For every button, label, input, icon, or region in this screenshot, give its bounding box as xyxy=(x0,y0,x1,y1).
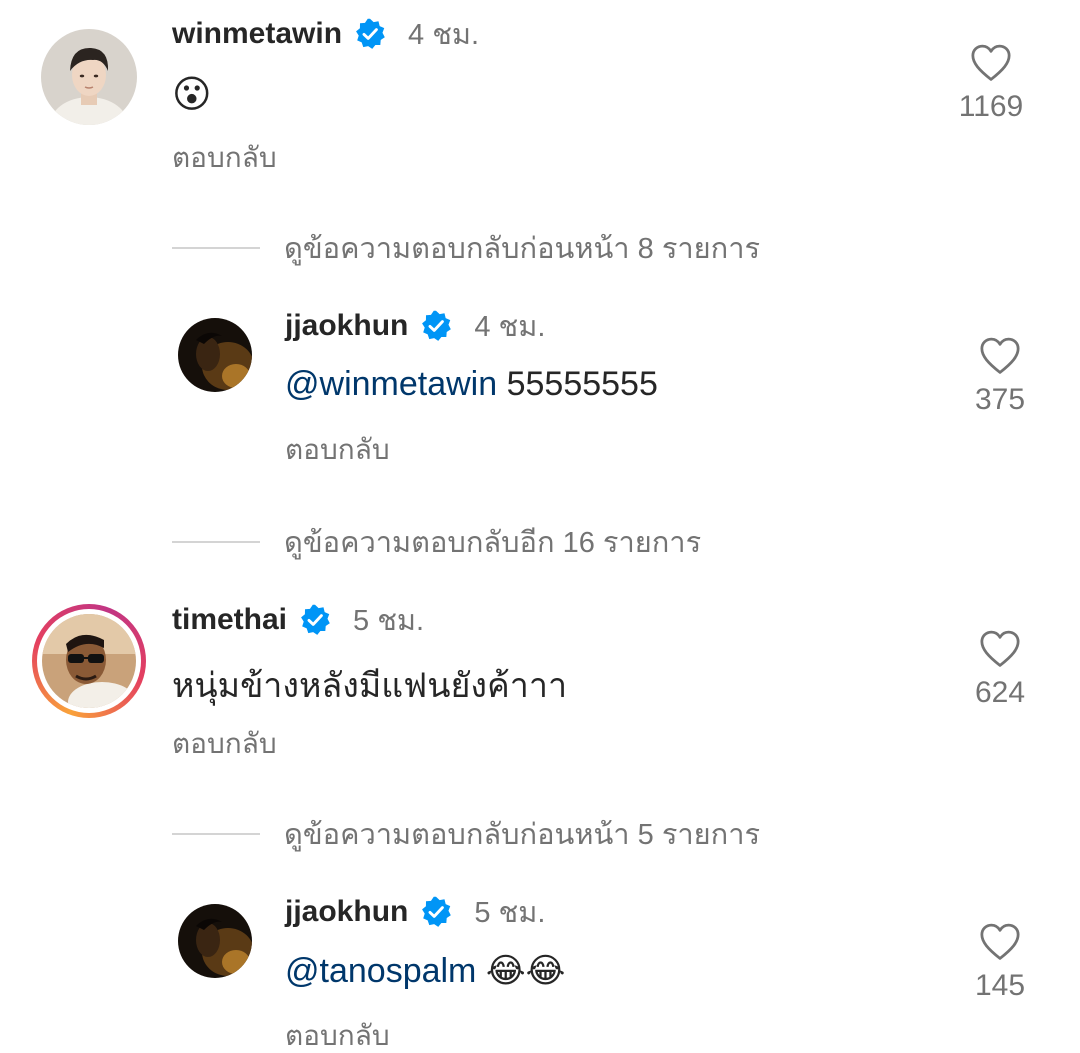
comment-header: timethai 5 ชม. xyxy=(172,598,424,642)
verified-badge-icon xyxy=(420,896,452,928)
comment-text: 😮 xyxy=(172,74,212,116)
view-replies-label: ดูข้อความตอบกลับอีก 16 รายการ xyxy=(284,527,702,559)
reply-text: @tanospalm 😂😂 xyxy=(285,951,565,991)
view-more-replies[interactable]: ดูข้อความตอบกลับอีก 16 รายการ xyxy=(172,519,701,565)
view-previous-replies[interactable]: ดูข้อความตอบกลับก่อนหน้า 5 รายการ xyxy=(172,811,760,857)
reply-button[interactable]: ตอบกลับ xyxy=(172,722,277,766)
username[interactable]: jjaokhun xyxy=(285,309,408,343)
reply-button[interactable]: ตอบกลับ xyxy=(285,1014,390,1053)
heart-outline-icon xyxy=(980,923,1020,960)
view-replies-label: ดูข้อความตอบกลับก่อนหน้า 8 รายการ xyxy=(284,233,761,265)
reply-button[interactable]: ตอบกลับ xyxy=(172,136,277,180)
heart-outline-icon xyxy=(971,44,1011,81)
like-count: 624 xyxy=(974,676,1026,709)
like-button[interactable]: 375 xyxy=(945,337,1055,417)
verified-badge-icon xyxy=(420,310,452,342)
divider-line xyxy=(172,541,260,543)
avatar-jjaokhun[interactable] xyxy=(178,318,252,392)
reply-text: @winmetawin 55555555 xyxy=(285,365,658,404)
view-replies-label: ดูข้อความตอบกลับก่อนหน้า 5 รายการ xyxy=(284,819,761,851)
timestamp: 4 ชม. xyxy=(408,19,480,51)
like-button[interactable]: 145 xyxy=(945,923,1055,1003)
reply-body: 55555555 xyxy=(497,365,658,403)
view-previous-replies[interactable]: ดูข้อความตอบกลับก่อนหน้า 8 รายการ xyxy=(172,225,760,271)
like-button[interactable]: 1169 xyxy=(936,44,1046,124)
like-button[interactable]: 624 xyxy=(945,630,1055,710)
divider-line xyxy=(172,833,260,835)
comment-text: หนุ่มข้างหลังมีแฟนยังค้าาา xyxy=(172,667,568,705)
heart-outline-icon xyxy=(980,337,1020,374)
avatar-winmetawin[interactable] xyxy=(41,29,137,125)
like-count: 145 xyxy=(974,969,1026,1002)
avatar-photo xyxy=(42,614,136,708)
comment-header: winmetawin 4 ชม. xyxy=(172,12,479,56)
avatar-jjaokhun[interactable] xyxy=(178,904,252,978)
timestamp: 5 ชม. xyxy=(353,605,425,637)
reply-body: 😂😂 xyxy=(476,952,566,990)
username[interactable]: timethai xyxy=(172,603,287,637)
like-count: 1169 xyxy=(958,90,1024,123)
verified-badge-icon xyxy=(354,18,386,50)
comments-page: winmetawin 4 ชม. 😮 ตอบกลับ 1169 ดูข้อควา… xyxy=(0,0,1080,1053)
divider-line xyxy=(172,247,260,249)
timestamp: 5 ชม. xyxy=(474,897,546,929)
reply-header: jjaokhun 4 ชม. xyxy=(285,304,545,348)
reply-header: jjaokhun 5 ชม. xyxy=(285,890,545,934)
avatar-timethai[interactable] xyxy=(32,604,146,718)
timestamp: 4 ชม. xyxy=(474,311,546,343)
heart-outline-icon xyxy=(980,630,1020,667)
mention-link[interactable]: @winmetawin xyxy=(285,365,497,403)
username[interactable]: winmetawin xyxy=(172,17,342,51)
verified-badge-icon xyxy=(299,604,331,636)
username[interactable]: jjaokhun xyxy=(285,895,408,929)
mention-link[interactable]: @tanospalm xyxy=(285,952,476,990)
like-count: 375 xyxy=(974,383,1026,416)
reply-button[interactable]: ตอบกลับ xyxy=(285,428,390,472)
